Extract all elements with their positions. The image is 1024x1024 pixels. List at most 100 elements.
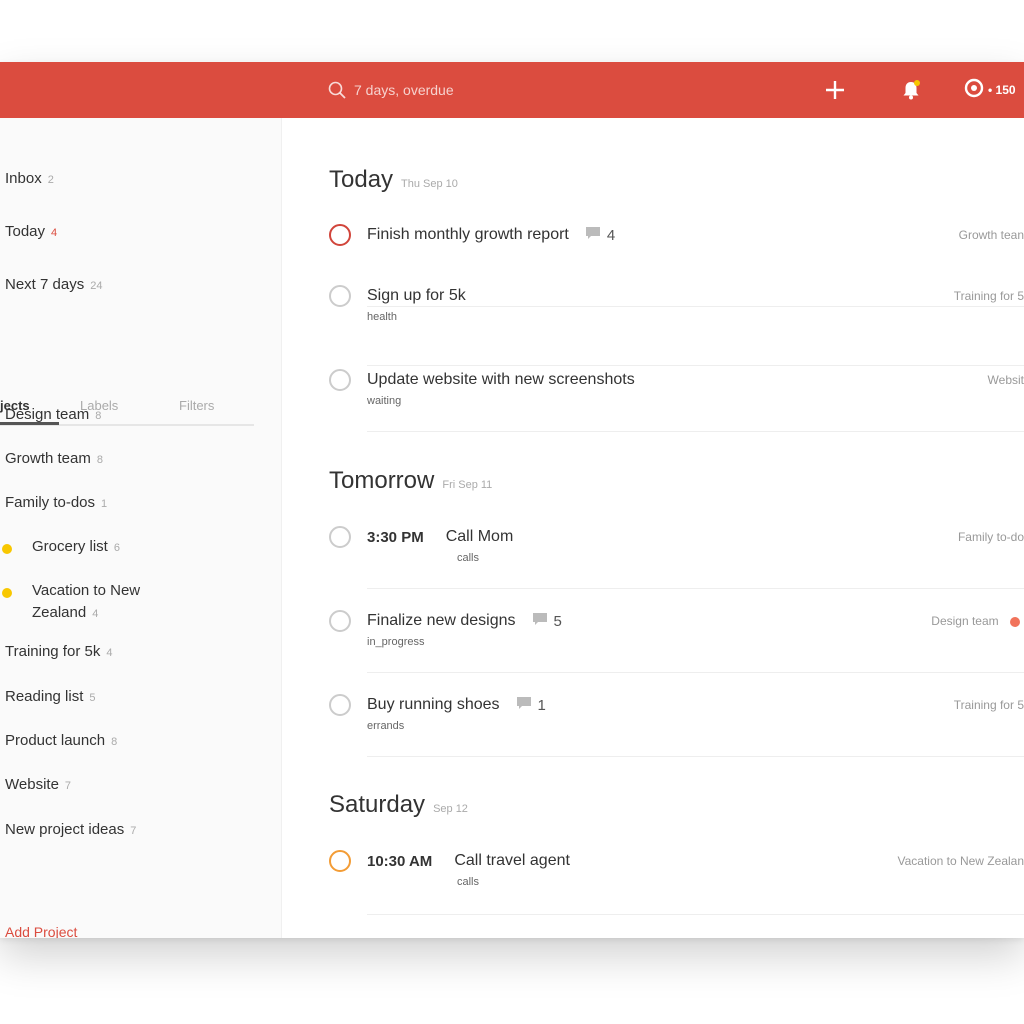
task-divider — [367, 756, 1024, 757]
task-comments[interactable]: 5 — [532, 612, 562, 630]
sidebar-item-label: Inbox — [5, 170, 42, 187]
task-project[interactable]: Growth tean — [959, 228, 1024, 242]
task-label[interactable]: calls — [457, 552, 513, 564]
task-title: Finish monthly growth report — [367, 226, 569, 243]
project-item-new-project-ideas[interactable]: New project ideas 7 — [5, 821, 136, 838]
task-checkbox[interactable] — [329, 285, 351, 307]
task-item[interactable]: Sign up for 5k health Training for 5 — [329, 285, 1024, 366]
task-label[interactable]: in_progress — [367, 636, 562, 648]
tab-filters[interactable]: Filters — [179, 398, 214, 413]
project-item-grocery-list[interactable]: Grocery list 6 — [32, 538, 120, 555]
task-comments[interactable]: 4 — [585, 226, 615, 244]
today-count: 4 — [51, 227, 58, 239]
task-content[interactable]: 10:30 AM Call travel agent calls — [367, 852, 570, 888]
task-label[interactable]: waiting — [367, 395, 635, 407]
sidebar-item-label: Next 7 days — [5, 276, 85, 293]
task-project[interactable]: Design team — [931, 614, 1020, 628]
task-item[interactable]: Update website with new screenshots wait… — [329, 369, 1024, 432]
bell-icon[interactable] — [899, 78, 923, 102]
search-field[interactable]: 7 days, overdue — [328, 78, 454, 102]
project-label: Product launch — [5, 732, 106, 749]
project-count: 4 — [92, 608, 99, 620]
karma-indicator[interactable]: • 150 — [964, 78, 1016, 101]
section-title: Saturday — [329, 791, 426, 818]
project-label: Design team — [5, 406, 90, 423]
project-count: 7 — [130, 825, 137, 837]
task-content[interactable]: Sign up for 5k health — [367, 287, 466, 323]
add-project-button[interactable]: Add Project — [5, 924, 77, 938]
sidebar-item-label: Today — [5, 223, 46, 240]
project-label: Training for 5k — [5, 643, 101, 660]
project-item-website[interactable]: Website 7 — [5, 776, 71, 793]
karma-icon — [964, 78, 984, 101]
search-placeholder[interactable]: 7 days, overdue — [354, 82, 454, 98]
section-header-saturday: Saturday Sep 12 — [329, 791, 468, 819]
task-content[interactable]: Finalize new designs 5 in_progress — [367, 612, 562, 648]
task-label[interactable]: health — [367, 311, 466, 323]
task-time: 3:30 PM — [367, 528, 424, 546]
app-window: 7 days, overdue • 150 Inbox 2 Today 4 Ne… — [0, 62, 1024, 938]
task-item[interactable]: Finish monthly growth report 4 Growth te… — [329, 224, 1024, 307]
task-content[interactable]: Update website with new screenshots wait… — [367, 371, 635, 407]
project-item-reading-list[interactable]: Reading list 5 — [5, 688, 96, 705]
project-label-line2: Zealand — [32, 604, 87, 621]
project-item-growth-team[interactable]: Growth team 8 — [5, 450, 103, 467]
task-title: Update website with new screenshots — [367, 371, 635, 388]
comment-count: 4 — [606, 226, 616, 244]
comment-icon — [585, 226, 601, 244]
project-item-family-to-dos[interactable]: Family to-dos 1 — [5, 494, 107, 511]
sidebar: Inbox 2 Today 4 Next 7 days 24 jects Lab… — [0, 118, 282, 938]
section-header-today: Today Thu Sep 10 — [329, 166, 458, 194]
task-item[interactable]: 3:30 PM Call Mom calls Family to-do — [329, 526, 1024, 589]
next-7-days-count: 24 — [90, 280, 103, 292]
task-content[interactable]: Finish monthly growth report 4 — [367, 226, 615, 244]
task-checkbox[interactable] — [329, 850, 351, 872]
task-item[interactable]: Buy running shoes 1 errands Training for… — [329, 694, 1024, 757]
task-divider — [367, 672, 1024, 673]
task-title: Sign up for 5k — [367, 287, 466, 304]
task-project[interactable]: Training for 5 — [954, 289, 1024, 303]
task-divider — [367, 914, 1024, 915]
project-count: 4 — [106, 647, 113, 659]
top-bar: 7 days, overdue • 150 — [0, 62, 1024, 118]
project-item-vacation[interactable]: Vacation to New — [32, 582, 140, 599]
project-item-design-team[interactable]: Design team 8 — [5, 406, 101, 423]
task-project[interactable]: Training for 5 — [954, 698, 1024, 712]
task-checkbox[interactable] — [329, 224, 351, 246]
task-checkbox[interactable] — [329, 610, 351, 632]
sidebar-item-today[interactable]: Today 4 — [5, 223, 57, 240]
task-project[interactable]: Vacation to New Zealan — [897, 854, 1024, 868]
task-item[interactable]: Finalize new designs 5 in_progress Desig… — [329, 610, 1024, 673]
task-content[interactable]: Buy running shoes 1 errands — [367, 696, 546, 732]
sidebar-item-inbox[interactable]: Inbox 2 — [5, 170, 54, 187]
project-item-training-5k[interactable]: Training for 5k 4 — [5, 643, 112, 660]
karma-value: • 150 — [988, 82, 1016, 97]
task-project[interactable]: Websit — [988, 373, 1024, 387]
section-title: Today — [329, 166, 394, 193]
project-color-dot — [2, 588, 12, 598]
task-project[interactable]: Family to-do — [958, 530, 1024, 544]
task-checkbox[interactable] — [329, 526, 351, 548]
project-item-product-launch[interactable]: Product launch 8 — [5, 732, 117, 749]
project-item-vacation-line2[interactable]: Zealand 4 — [32, 604, 98, 621]
task-item[interactable]: 10:30 AM Call travel agent calls Vacatio… — [329, 850, 1024, 915]
task-label[interactable]: errands — [367, 720, 546, 732]
task-comments[interactable]: 1 — [516, 696, 546, 714]
project-label: Website — [5, 776, 59, 793]
project-count: 8 — [96, 454, 103, 466]
project-count: 7 — [64, 780, 72, 792]
sidebar-item-next-7-days[interactable]: Next 7 days 24 — [5, 276, 102, 293]
plus-icon[interactable] — [823, 78, 847, 102]
task-label[interactable]: calls — [457, 876, 570, 888]
task-content[interactable]: 3:30 PM Call Mom calls — [367, 528, 513, 564]
task-checkbox[interactable] — [329, 694, 351, 716]
project-count: 8 — [95, 410, 102, 422]
task-checkbox[interactable] — [329, 369, 351, 391]
section-date: Thu Sep 10 — [401, 178, 458, 190]
project-color-dot — [1010, 616, 1020, 627]
task-title: Finalize new designs — [367, 612, 516, 629]
task-time: 10:30 AM — [367, 852, 433, 870]
project-label: Vacation to New — [32, 582, 141, 599]
project-count: 8 — [111, 736, 118, 748]
task-divider — [367, 431, 1024, 432]
